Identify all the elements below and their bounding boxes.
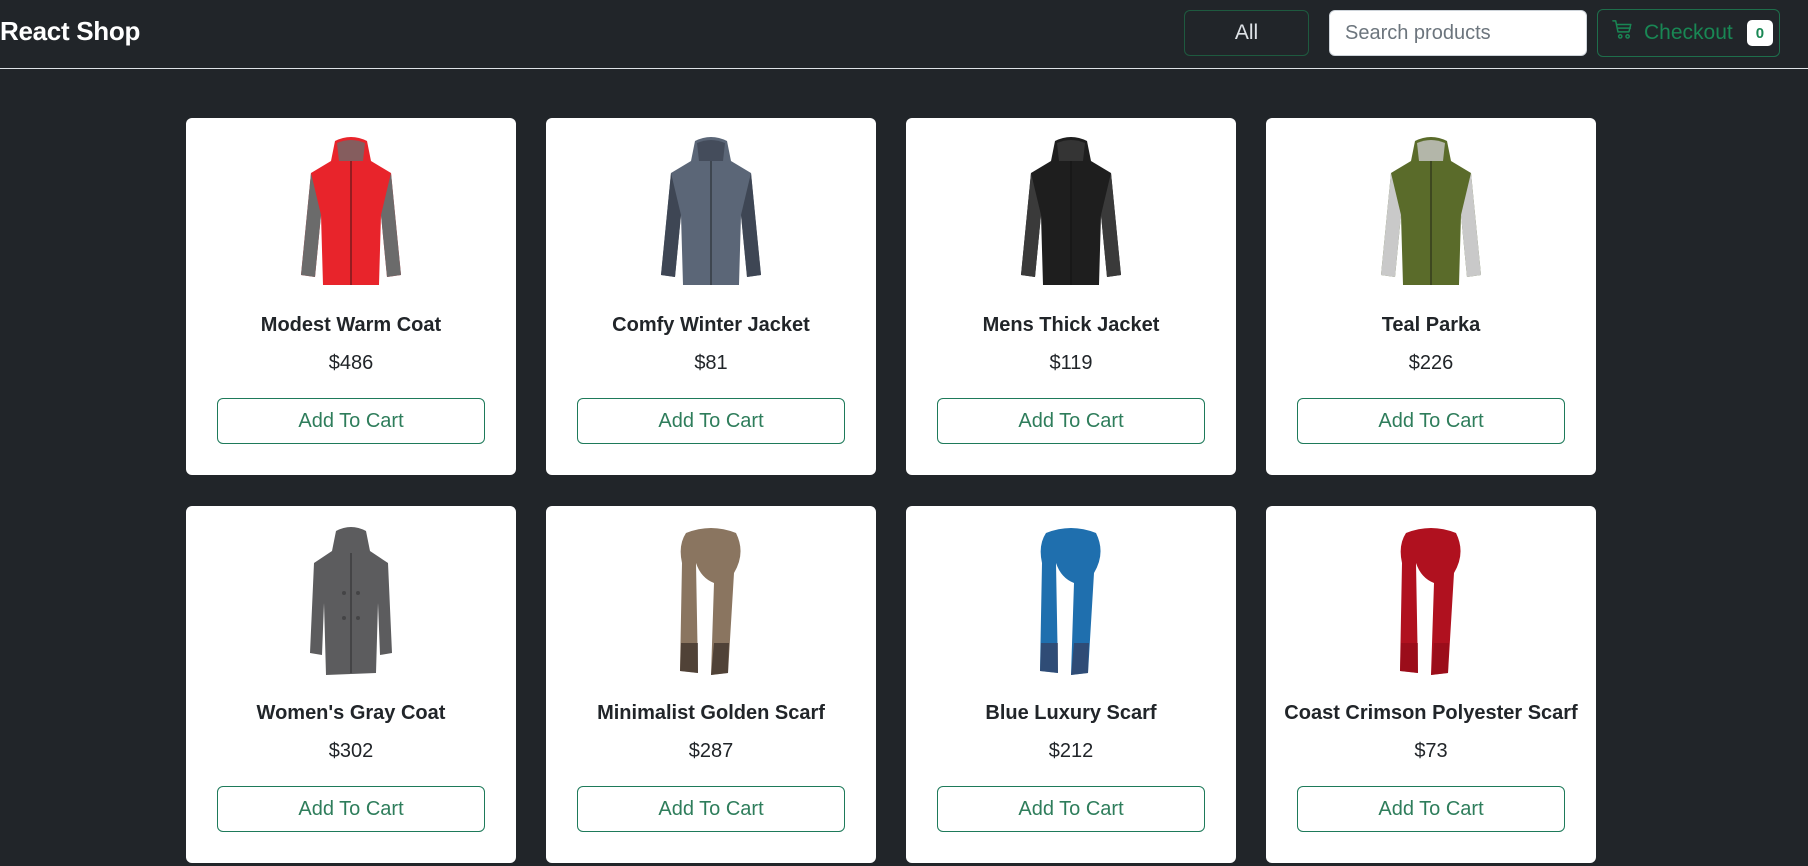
product-card: Coast Crimson Polyester Scarf $73 Add To…: [1266, 506, 1596, 863]
search-input[interactable]: [1329, 10, 1587, 56]
cart-icon: [1612, 19, 1634, 47]
cart-count-badge: 0: [1746, 20, 1773, 46]
add-to-cart-button[interactable]: Add To Cart: [217, 786, 485, 832]
add-to-cart-button[interactable]: Add To Cart: [937, 786, 1205, 832]
product-image-red-jacket: [271, 132, 431, 298]
product-title: Comfy Winter Jacket: [612, 314, 810, 336]
product-price: $302: [328, 740, 374, 762]
product-card: Comfy Winter Jacket $81 Add To Cart: [546, 118, 876, 475]
product-card: Modest Warm Coat $486 Add To Cart: [186, 118, 516, 475]
product-card: Blue Luxury Scarf $212 Add To Cart: [906, 506, 1236, 863]
product-title: Minimalist Golden Scarf: [597, 702, 825, 724]
product-title: Mens Thick Jacket: [982, 314, 1160, 336]
checkout-button[interactable]: Checkout 0: [1597, 9, 1780, 57]
product-image-brown-scarf: [631, 520, 791, 686]
product-price: $212: [1048, 740, 1094, 762]
checkout-label: Checkout: [1644, 21, 1733, 44]
product-price: $486: [328, 352, 374, 374]
product-image-black-jacket: [991, 132, 1151, 298]
product-card: Women's Gray Coat $302 Add To Cart: [186, 506, 516, 863]
product-card: Mens Thick Jacket $119 Add To Cart: [906, 118, 1236, 475]
product-title: Teal Parka: [1381, 314, 1481, 336]
product-card: Teal Parka $226 Add To Cart: [1266, 118, 1596, 475]
add-to-cart-button[interactable]: Add To Cart: [1297, 786, 1565, 832]
product-price: $226: [1408, 352, 1454, 374]
product-price: $287: [688, 740, 734, 762]
add-to-cart-button[interactable]: Add To Cart: [577, 398, 845, 444]
navbar: React Shop All Checkout 0: [0, 0, 1808, 69]
product-price: $119: [1049, 352, 1093, 374]
product-price: $73: [1414, 740, 1448, 762]
add-to-cart-button[interactable]: Add To Cart: [937, 398, 1205, 444]
product-title: Coast Crimson Polyester Scarf: [1284, 702, 1578, 724]
product-title: Women's Gray Coat: [256, 702, 446, 724]
product-price: $81: [694, 352, 728, 374]
category-filter-all-button[interactable]: All: [1184, 10, 1309, 56]
add-to-cart-button[interactable]: Add To Cart: [217, 398, 485, 444]
product-grid: Modest Warm Coat $486 Add To Cart Comfy …: [186, 118, 1596, 863]
product-card: Minimalist Golden Scarf $287 Add To Cart: [546, 506, 876, 863]
add-to-cart-button[interactable]: Add To Cart: [577, 786, 845, 832]
product-title: Modest Warm Coat: [260, 314, 442, 336]
add-to-cart-button[interactable]: Add To Cart: [1297, 398, 1565, 444]
brand-logo[interactable]: React Shop: [0, 16, 140, 47]
product-image-gray-blue-jacket: [631, 132, 791, 298]
product-image-red-scarf: [1351, 520, 1511, 686]
product-image-gray-coat: [271, 520, 431, 686]
product-image-olive-parka: [1351, 132, 1511, 298]
product-title: Blue Luxury Scarf: [985, 702, 1157, 724]
product-image-blue-plaid-scarf: [991, 520, 1151, 686]
